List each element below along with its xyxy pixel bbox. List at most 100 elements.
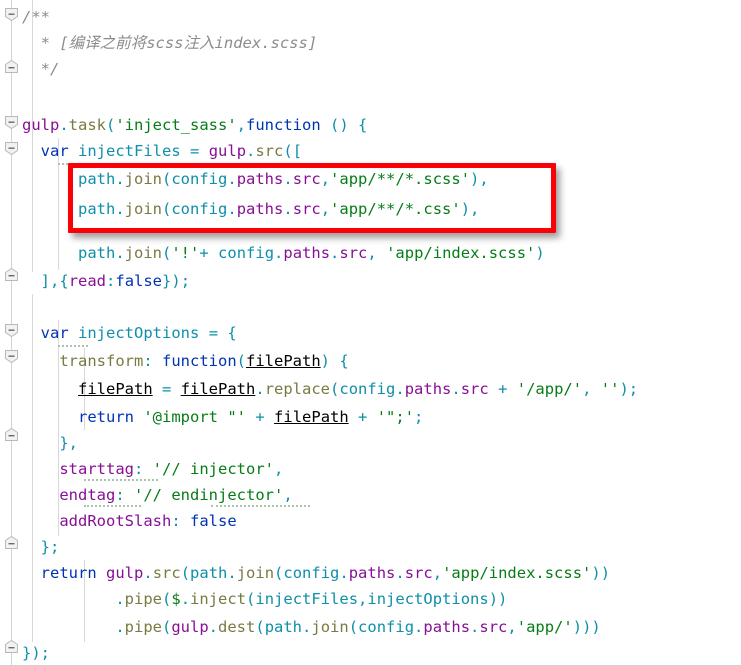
code-line[interactable]: .pipe(gulp.dest(path.join(config.paths.s… — [22, 614, 600, 640]
code-token: addRootSlash — [59, 512, 172, 530]
code-token: }); — [22, 644, 50, 662]
code-token: src — [152, 564, 181, 582]
code-line[interactable]: }, — [22, 430, 78, 456]
fold-end-icon[interactable] — [4, 427, 19, 442]
code-token: . — [143, 564, 153, 582]
code-token: filePath — [246, 352, 321, 370]
code-content-area[interactable]: /** * [编译之前将scss注入index.scss] */gulp.tas… — [22, 0, 741, 665]
code-token: false — [190, 512, 237, 530]
code-token: . — [115, 244, 125, 262]
code-token: . — [115, 170, 125, 188]
code-token: . — [115, 618, 125, 636]
editor-gutter[interactable] — [0, 0, 22, 665]
code-line[interactable]: gulp.task('inject_sass',function () { — [22, 112, 367, 138]
fold-end-icon[interactable] — [4, 267, 19, 282]
code-token: function — [246, 116, 321, 134]
code-token: ) — [535, 244, 545, 262]
code-token: scss — [146, 34, 184, 52]
code-line[interactable]: }); — [22, 640, 50, 665]
code-token: , — [507, 618, 517, 636]
code-token: path — [78, 244, 116, 262]
code-token: () — [330, 116, 349, 134]
code-token: src — [460, 380, 489, 398]
fold-expand-icon[interactable] — [4, 141, 19, 156]
code-token: . — [274, 244, 284, 262]
code-token: join — [236, 564, 275, 582]
code-editor[interactable]: /** * [编译之前将scss注入index.scss] */gulp.tas… — [0, 0, 741, 666]
code-token: 'app/' — [516, 618, 573, 636]
code-line[interactable]: var injectOptions = { — [22, 320, 237, 346]
code-token: , — [236, 116, 247, 134]
fold-expand-icon[interactable] — [4, 349, 19, 364]
code-token: pipe — [124, 618, 162, 636]
code-token: ( — [274, 564, 284, 582]
fold-expand-icon[interactable] — [4, 7, 19, 22]
code-line[interactable]: addRootSlash: false — [22, 508, 237, 534]
code-line[interactable]: .pipe($.inject(injectFiles,injectOptions… — [22, 586, 507, 612]
code-token: injectFiles — [255, 590, 359, 608]
code-token: . — [470, 618, 480, 636]
code-token: ], — [40, 272, 60, 290]
code-token: injectOptions — [78, 324, 200, 342]
code-line[interactable]: */ — [22, 56, 60, 82]
code-line[interactable]: path.join(config.paths.src,'app/**/*.scs… — [22, 166, 489, 192]
fold-expand-icon[interactable] — [4, 115, 19, 130]
fold-end-icon[interactable] — [4, 535, 19, 550]
code-line[interactable]: filePath = filePath.replace(config.paths… — [22, 376, 638, 402]
code-token: $ — [171, 590, 181, 608]
code-token: '' — [600, 380, 620, 398]
code-token: gulp — [171, 618, 209, 636]
code-token: paths — [348, 564, 396, 582]
code-token: ) — [320, 352, 331, 370]
fold-end-icon[interactable] — [4, 639, 19, 654]
code-token: , — [320, 170, 331, 188]
code-token: task — [68, 116, 106, 134]
code-token: . — [59, 116, 69, 134]
code-line[interactable]: }; — [22, 534, 60, 560]
code-line[interactable]: transform: function(filePath) { — [22, 348, 348, 374]
code-token: src — [292, 170, 321, 188]
code-token: ( — [162, 170, 172, 188]
code-token: path — [264, 618, 303, 636]
code-line[interactable]: * [编译之前将scss注入index.scss] — [22, 30, 318, 56]
code-token: = — [162, 380, 172, 398]
code-token: join — [124, 244, 162, 262]
code-token: paths — [404, 380, 452, 398]
fold-expand-icon[interactable] — [4, 323, 19, 338]
code-line[interactable]: /** — [22, 4, 50, 30]
code-token: paths — [283, 244, 331, 262]
code-token: : — [171, 512, 181, 530]
code-token: . — [246, 142, 256, 160]
code-token: 'app/index.scss' — [386, 244, 536, 262]
code-token: 'app/**/*.css' — [330, 200, 461, 218]
fold-end-icon[interactable] — [4, 59, 19, 74]
code-line[interactable]: path.join('!'+ config.paths.src, 'app/in… — [22, 240, 545, 266]
code-line[interactable]: path.join(config.paths.src,'app/**/*.css… — [22, 196, 479, 222]
code-token: ( — [162, 200, 172, 218]
code-line[interactable]: return gulp.src(path.join(config.paths.s… — [22, 560, 610, 586]
code-token: ( — [246, 590, 256, 608]
code-token: index.scss] — [214, 34, 318, 52]
spellcheck-squiggle — [58, 341, 88, 347]
code-line[interactable]: return '@import "' + filePath + '";'; — [22, 404, 423, 430]
code-line[interactable]: ],{read:false}); — [22, 268, 190, 294]
code-token: ( — [180, 564, 191, 582]
code-token: */ — [22, 60, 60, 78]
code-token: * [ — [22, 34, 69, 52]
code-token: injectOptions — [367, 590, 489, 608]
code-token: { — [59, 272, 69, 290]
code-token: '";' — [376, 408, 415, 426]
code-token: , — [274, 460, 284, 478]
